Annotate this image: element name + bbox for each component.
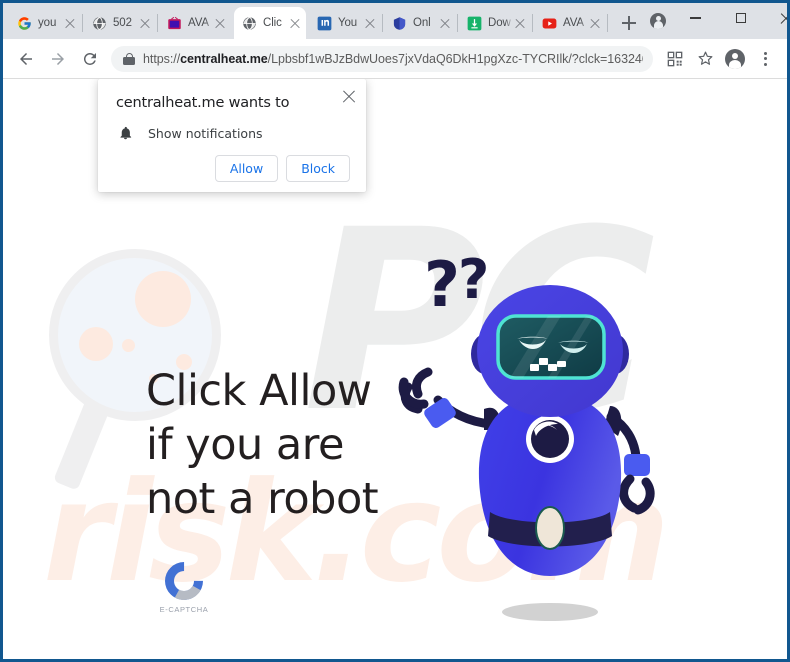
tab-close-icon[interactable] [588,16,602,30]
profile-chip-icon[interactable] [643,6,673,36]
window-caption-area [643,3,787,39]
tab-separator [457,14,458,32]
reload-icon [83,52,96,65]
allow-button[interactable]: Allow [214,155,279,182]
question-marks: ? ? [424,254,489,321]
permission-label: Show notifications [148,125,263,141]
tab-title: You [338,17,358,29]
tab-separator [82,14,83,32]
browser-window: you 502 AVA Clic You Onl Dow AVA https:/… [0,0,790,662]
bell-icon [116,125,134,141]
address-bar[interactable]: https://centralheat.me/Lpbsbf1wBJzBdwUoe… [111,45,653,72]
notification-dialog-actions: Allow Block [116,155,350,182]
tab-close-icon[interactable] [363,16,377,30]
browser-tab-8[interactable]: AVA [534,7,606,39]
svg-text:?: ? [424,254,460,321]
kebab-menu-icon [757,51,773,67]
ecaptcha-logo: E-CAPTCHA [153,554,215,614]
account-button[interactable] [721,45,749,73]
window-close-button[interactable] [763,3,787,33]
shield-icon [393,16,406,30]
url-path: /Lpbsbf1wBJzBdwUoes7jxVdaQ6DkH1pgXzc-TYC… [267,51,643,66]
reload-button[interactable] [75,44,105,74]
lock-icon [123,52,135,66]
svg-text:?: ? [458,254,489,311]
globe-icon [243,16,256,30]
tab-close-icon[interactable] [438,16,452,30]
page-content: PC risk.com Click Allow if you are not a… [3,79,787,659]
browser-tab-5[interactable]: You [309,7,381,39]
account-icon [725,48,745,69]
tab-separator [157,14,158,32]
browser-tab-7[interactable]: Dow [459,7,531,39]
notification-permission-row: Show notifications [116,125,350,141]
google-icon [18,16,31,30]
download-icon [467,16,482,30]
tab-separator [382,14,383,32]
browser-tab-6[interactable]: Onl [384,7,456,39]
new-tab-button[interactable] [615,9,643,37]
tab-close-icon[interactable] [138,16,152,30]
tv-icon [168,16,181,29]
browser-toolbar: https://centralheat.me/Lpbsbf1wBJzBdwUoe… [3,39,787,79]
url-text: https://centralheat.me/Lpbsbf1wBJzBdwUoe… [143,52,643,66]
back-button[interactable] [11,44,41,74]
tab-strip: you 502 AVA Clic You Onl Dow AVA [3,3,787,39]
tab-title: Clic [263,17,282,29]
browser-tab-4-active[interactable]: Clic [234,7,306,39]
star-icon [698,51,712,65]
tab-separator [532,14,533,32]
browser-tab-1[interactable]: you [9,7,81,39]
tab-title: Dow [488,17,511,29]
tab-close-icon[interactable] [63,16,77,30]
window-maximize-button[interactable] [718,3,763,33]
linkedin-icon [317,16,332,30]
tab-close-icon[interactable] [288,16,302,30]
forward-button[interactable] [43,44,73,74]
qr-code-button[interactable] [661,45,689,73]
robot-mascot-icon: ? ? [398,254,655,621]
ecaptcha-label: E-CAPTCHA [159,605,209,614]
browser-menu-button[interactable] [751,45,779,73]
browser-tab-2[interactable]: 502 [84,7,156,39]
notification-permission-dialog: centralheat.me wants to Show notificatio… [98,79,366,192]
tab-close-icon[interactable] [213,16,227,30]
notification-dialog-title: centralheat.me wants to [116,95,290,111]
block-button[interactable]: Block [286,155,350,182]
tab-close-icon[interactable] [513,16,527,30]
tab-separator [307,14,308,32]
close-icon[interactable] [341,88,357,104]
tab-title: AVA [563,17,585,29]
qr-code-icon [667,51,683,66]
captcha-c-icon [157,554,211,608]
url-domain: centralheat.me [180,51,268,66]
browser-tab-3[interactable]: AVA [159,7,231,39]
bookmark-button[interactable] [691,45,719,73]
youtube-icon [542,18,557,28]
url-scheme: https:// [143,51,181,66]
tab-title: AVA [188,17,210,29]
tab-separator [607,14,608,32]
globe-icon [93,16,106,30]
arrow-left-icon [20,52,32,65]
window-minimize-button[interactable] [673,3,718,33]
tab-title: you [38,17,57,29]
arrow-right-icon [52,52,64,65]
page-headline: Click Allow if you are not a robot [146,366,379,525]
robot-illustration: ? ? [398,254,698,634]
tab-title: Onl [413,17,431,29]
tab-separator [232,14,233,32]
tab-title: 502 [113,17,132,29]
